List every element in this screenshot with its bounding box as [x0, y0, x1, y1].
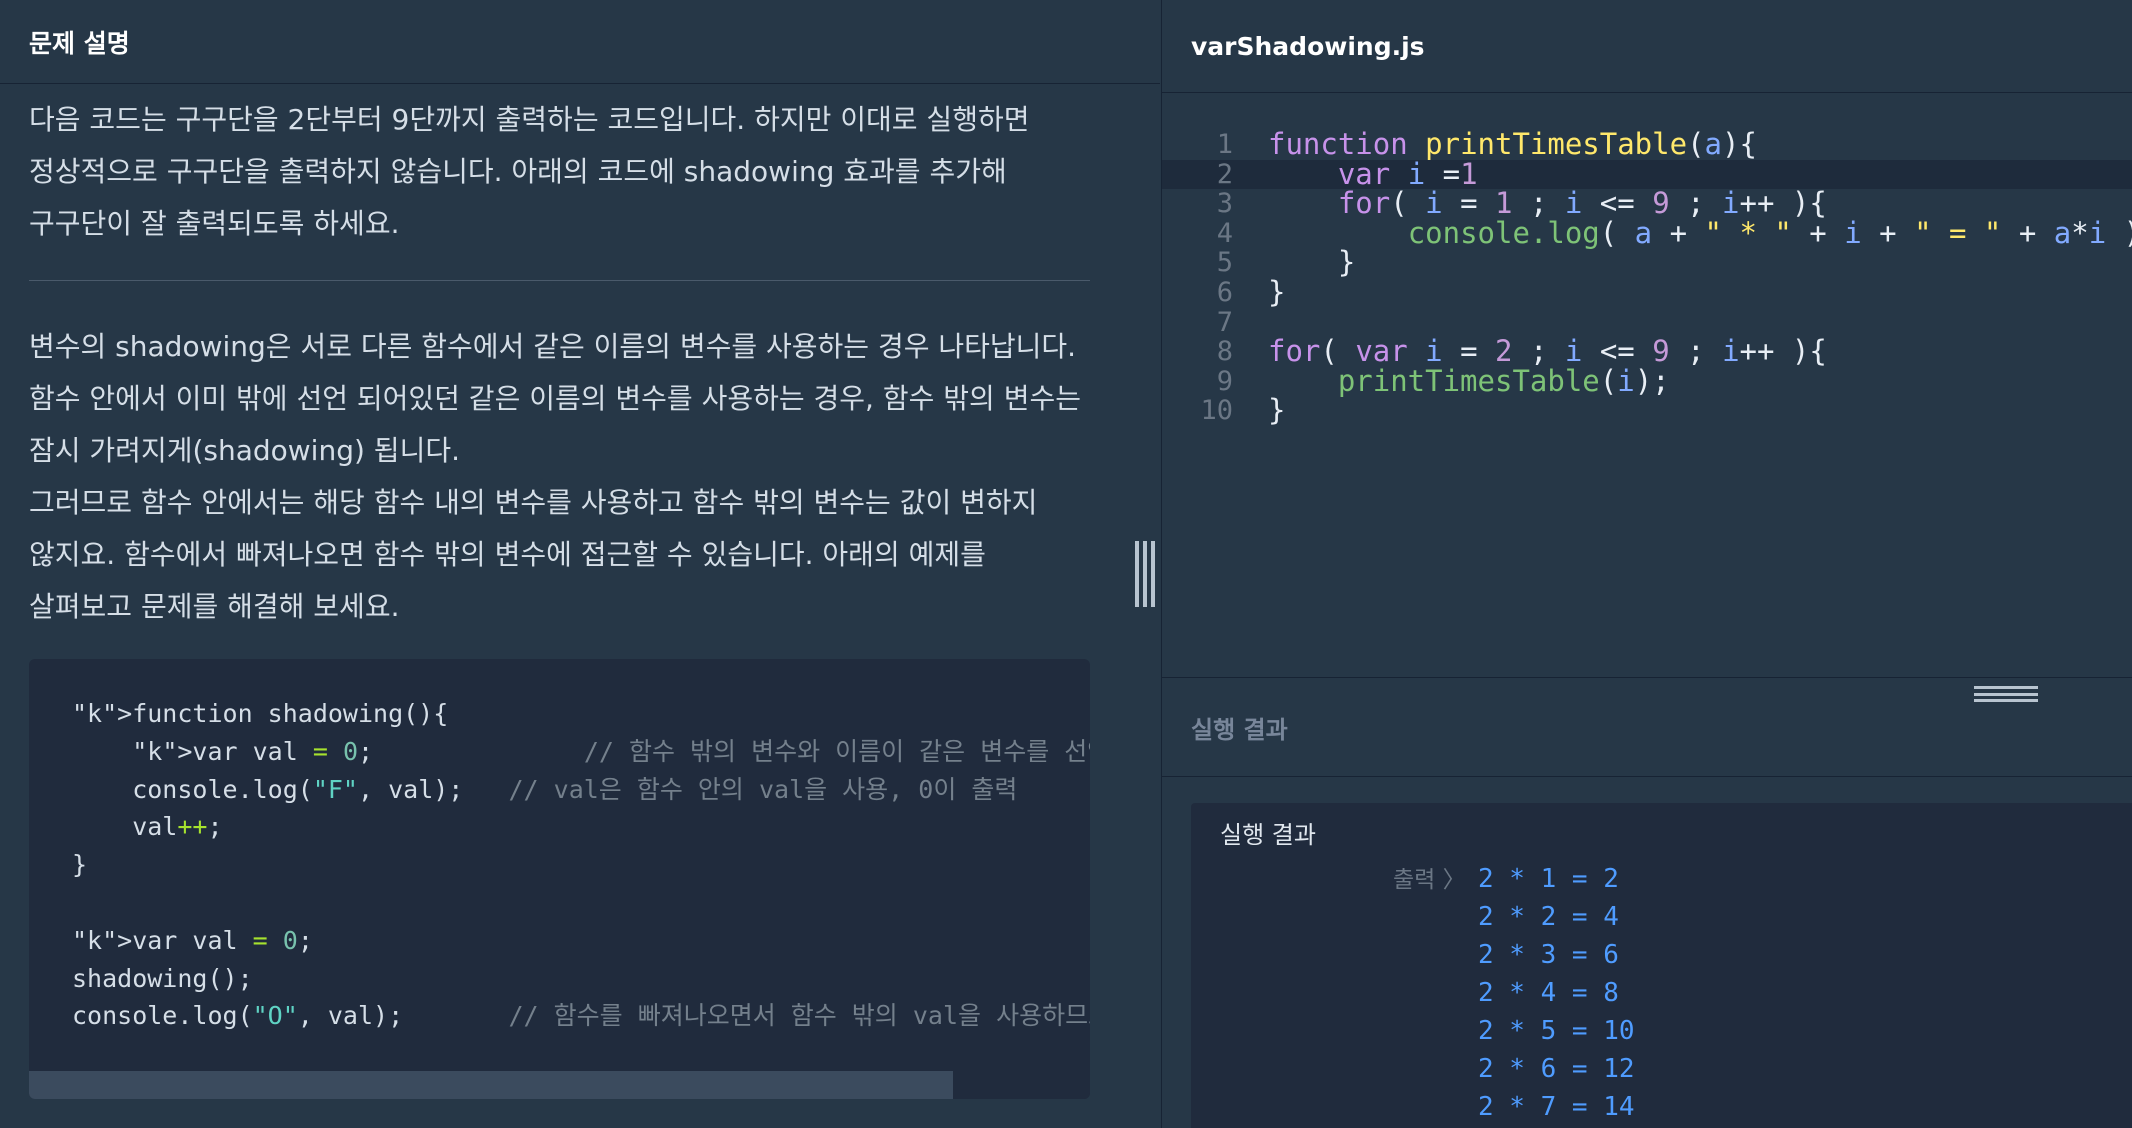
- shadowing-paragraph-2: 그러므로 함수 안에서는 해당 함수 내의 변수를 사용하고 함수 밖의 변수는…: [29, 486, 1038, 623]
- code-editor[interactable]: 1 function printTimesTable(a){2 var i =1 3…: [1162, 94, 2132, 677]
- output-line: 2 * 6 = 12: [1478, 1054, 1635, 1084]
- code-line[interactable]: 10}: [1162, 396, 2132, 426]
- code-line[interactable]: 2 var i =1: [1162, 158, 2132, 190]
- code-text[interactable]: }: [1268, 248, 1355, 278]
- code-text[interactable]: function printTimesTable(a){: [1268, 129, 1757, 160]
- problem-panel: 문제 설명 다음 코드는 구구단을 2단부터 9단까지 출력하는 코드입니다. …: [0, 0, 1160, 1128]
- line-number: 1: [1216, 129, 1233, 160]
- scrollbar-thumb[interactable]: [29, 1071, 953, 1099]
- code-line[interactable]: 7: [1162, 306, 2132, 338]
- code-line[interactable]: 1 function printTimesTable(a){: [1162, 129, 2132, 160]
- output-line: 2 * 5 = 10: [1478, 1016, 1635, 1046]
- code-text[interactable]: for( i = 1 ; i <= 9 ; i++ ){: [1268, 188, 1827, 219]
- line-number: 2: [1216, 158, 1233, 190]
- code-line[interactable]: 8 for( var i = 2 ; i <= 9 ; i++ ){: [1162, 336, 2132, 368]
- output-line: 2 * 3 = 6: [1478, 940, 1619, 970]
- output-lines: 2 * 1 = 2 2 * 2 = 4 2 * 3 = 6 2 * 4 = 8 2 * …: [1478, 860, 1635, 1126]
- line-number: 7: [1216, 306, 1233, 338]
- code-line[interactable]: 3 for( i = 1 ; i <= 9 ; i++ ){: [1162, 188, 2132, 220]
- code-text[interactable]: printTimesTable(i);: [1268, 366, 1670, 397]
- editor-panel: varShadowing.js 1 function printTimesTabl…: [1161, 0, 2132, 1128]
- output-console: 실행 결과 출력 〉 2 * 1 = 22 * 2 = 42 * 3 = 62 …: [1191, 803, 2132, 1128]
- vertical-resize-handle[interactable]: [1135, 541, 1155, 607]
- output-line: 2 * 2 = 4: [1478, 902, 1619, 932]
- code-line[interactable]: 5 }: [1162, 248, 2132, 278]
- problem-title: 문제 설명: [29, 28, 130, 58]
- code-horizontal-scrollbar[interactable]: [29, 1071, 1090, 1099]
- problem-body: 다음 코드는 구구단을 2단부터 9단까지 출력하는 코드입니다. 하지만 이대…: [0, 84, 1119, 1099]
- problem-paragraph: 다음 코드는 구구단을 2단부터 9단까지 출력하는 코드입니다. 하지만 이대…: [29, 103, 1030, 240]
- code-text[interactable]: }: [1268, 277, 1285, 308]
- code-text[interactable]: console.log( a + " * " + i + " = " + a*i…: [1268, 218, 2132, 249]
- horizontal-resize-handle[interactable]: [1974, 686, 2038, 702]
- line-number: 8: [1216, 336, 1233, 368]
- example-code: "k">function shadowing(){ "k">var val = …: [72, 699, 1090, 1031]
- line-number: 6: [1216, 277, 1233, 308]
- code-line[interactable]: 9 printTimesTable(i);: [1162, 365, 2132, 397]
- example-code-block[interactable]: "k">function shadowing(){ "k">var val = …: [29, 659, 1090, 1099]
- problem-header: 문제 설명: [0, 0, 1160, 84]
- line-number: 9: [1216, 365, 1233, 397]
- code-line[interactable]: 4 console.log( a + " * " + i + " = " + a…: [1162, 217, 2132, 249]
- shadowing-paragraph: 변수의 shadowing은 서로 다른 함수에서 같은 이름의 변수를 사용하…: [29, 330, 1081, 467]
- file-tab[interactable]: varShadowing.js: [1191, 32, 1425, 61]
- code-text[interactable]: for( var i = 2 ; i <= 9 ; i++ ){: [1268, 336, 1827, 367]
- output-line: 2 * 7 = 14: [1478, 1092, 1635, 1122]
- divider: [29, 280, 1090, 281]
- output-line: 2 * 4 = 8: [1478, 978, 1619, 1008]
- output-label: 출력 〉: [1393, 867, 1466, 893]
- output-line: 2 * 1 = 2: [1478, 864, 1619, 894]
- editor-tab-bar: varShadowing.js: [1162, 0, 2132, 93]
- result-title: 실행 결과: [1191, 715, 1288, 744]
- line-number: 10: [1200, 395, 1233, 427]
- line-number: 4: [1216, 217, 1233, 249]
- code-line[interactable]: 6}: [1162, 277, 2132, 308]
- code-text[interactable]: }: [1268, 396, 1285, 426]
- code-text[interactable]: var i =1: [1268, 159, 1478, 190]
- line-number: 3: [1216, 188, 1233, 220]
- line-number: 5: [1216, 247, 1233, 279]
- output-panel-title: 실행 결과: [1220, 821, 1316, 849]
